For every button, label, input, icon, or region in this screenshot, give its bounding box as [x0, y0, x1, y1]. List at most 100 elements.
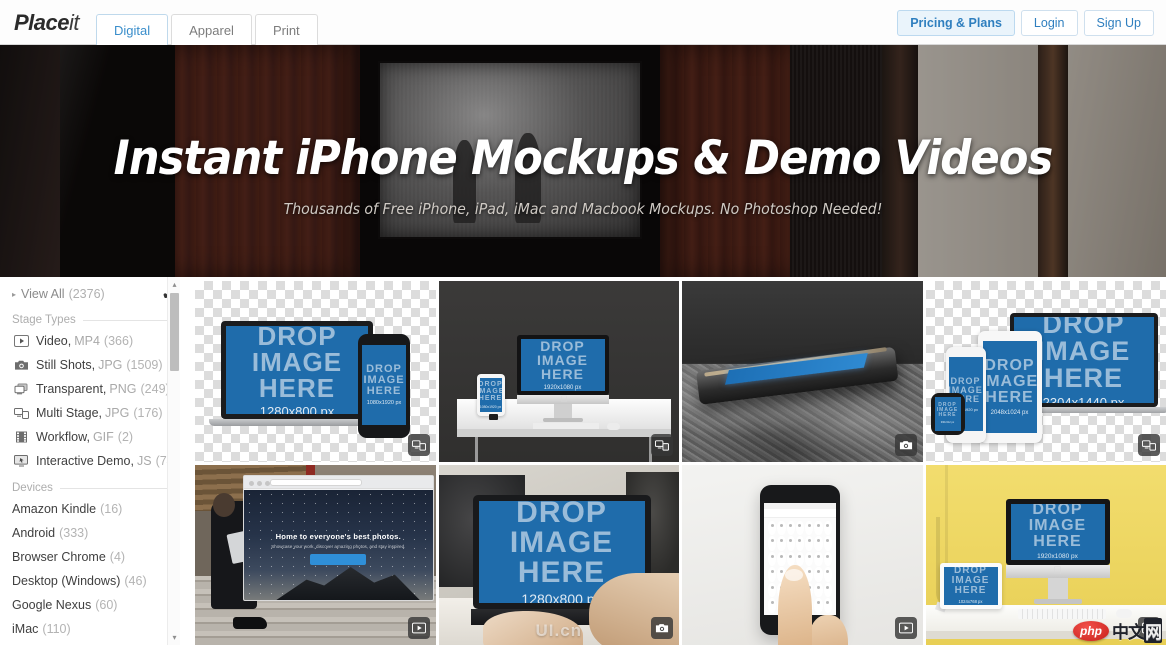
php-logo: php [1073, 620, 1109, 641]
screen-dimension: 2304x1440 px [1042, 395, 1125, 403]
sidebar-item-count: (366) [103, 334, 134, 348]
sidebar-item-imac[interactable]: iMac (110) [0, 617, 180, 641]
calendar-cell [786, 536, 795, 551]
drop-line-2: IMAGE [1028, 517, 1087, 535]
drop-line-2: IMAGE [1036, 336, 1131, 366]
browser-cta-button[interactable] [310, 553, 367, 565]
drop-image-screen: DROP IMAGE HERE 2048x1024 px [982, 341, 1037, 433]
screen-dimension: 390x312 px [940, 421, 955, 425]
sidebar-item-still-shots[interactable]: Still Shots, JPG (1509) [0, 353, 180, 377]
hero-banner: Instant iPhone Mockups & Demo Videos Tho… [0, 45, 1166, 277]
mockup-tile-finger-tapping-iphone-calendar[interactable] [682, 464, 923, 645]
tab-print[interactable]: Print [254, 14, 318, 45]
view-all-label: View All [21, 287, 65, 301]
sidebar-item-label: Video, [36, 334, 72, 348]
sidebar-item-browser-chrome[interactable]: Browser Chrome (4) [0, 545, 180, 569]
sidebar-item-label: Browser Chrome [12, 550, 106, 564]
apple-logo-icon:  [561, 394, 568, 404]
desk-leg [474, 437, 478, 462]
sign-up-button[interactable]: Sign Up [1083, 10, 1154, 36]
sidebar-item-android[interactable]: Android (333) [0, 521, 180, 545]
mockup-tile-multi-device-transparent[interactable]: DROP IMAGE HERE 2304x1440 px DROP IMAGE … [925, 281, 1166, 462]
pricing-and-plans-button[interactable]: Pricing & Plans [897, 10, 1015, 36]
sidebar-item-google-nexus[interactable]: Google Nexus (60) [0, 593, 180, 617]
sidebar-item-amazon-kindle[interactable]: Amazon Kindle (16) [0, 497, 180, 521]
browser-url-bar[interactable] [270, 478, 362, 486]
mockup-grid: DROP IMAGE HERE 1280x800 px DROP IMAGE H… [195, 281, 1166, 645]
calendar-cell [768, 551, 777, 566]
imac-stand-base [542, 418, 583, 422]
scroll-up-arrow-icon[interactable]: ▴ [168, 278, 180, 291]
screen-dimension: 1080x1920 px [479, 404, 502, 409]
mockup-tile-imac-desk-dark-wall[interactable]: DROP IMAGE HERE 1920x1080 px  DROP IMAG… [438, 281, 679, 462]
video-icon [14, 334, 29, 348]
calendar-cell [795, 551, 805, 566]
mockup-tile-iphone-on-concrete[interactable] [682, 281, 923, 462]
uicn-watermark: UI.cn [535, 621, 583, 640]
drop-line-1: DROP [516, 500, 607, 529]
tab-digital[interactable]: Digital [96, 14, 169, 45]
browser-subline: Showcase your work, discover amazing pho… [271, 543, 406, 549]
sidebar-item-label: Amazon Kindle [12, 502, 97, 516]
drop-line-3: HERE [985, 389, 1034, 406]
chevron-right-icon: ▸ [12, 289, 17, 299]
drop-line-1: DROP [540, 339, 585, 354]
multi-screen-icon [651, 433, 673, 456]
imac-chin:  [1005, 564, 1110, 578]
calendar-cell [786, 520, 795, 535]
sidebar-item-interactive-demo[interactable]: Interactive Demo, JS (74) [0, 449, 180, 473]
drop-line-2: IMAGE [509, 525, 614, 559]
apple-watch-frame: DROP IMAGE HERE 390x312 px [930, 393, 965, 435]
desk-edge [456, 429, 671, 437]
drop-line-2: IMAGE [479, 387, 502, 395]
sidebar-item-multi-stage[interactable]: Multi Stage, JPG (176) [0, 401, 180, 425]
sidebar-item-label: Desktop (Windows) [12, 574, 121, 588]
mockup-tile-macbook-iphone-transparent[interactable]: DROP IMAGE HERE 1280x800 px DROP IMAGE H… [195, 281, 436, 462]
drop-image-screen: DROP IMAGE HERE 1920x1080 px [520, 339, 605, 391]
placeit-logo[interactable]: Placeit [14, 10, 80, 36]
apple-logo-icon:  [1054, 565, 1062, 577]
keyboard [532, 423, 599, 429]
login-button[interactable]: Login [1020, 10, 1078, 36]
imac-stand-base [1033, 598, 1082, 604]
sidebar-item-view-all[interactable]: ▸ View All (2376) ✔ [0, 283, 180, 305]
drop-image-screen: DROP IMAGE HERE 1280x800 px [226, 326, 368, 414]
calendar-cell [805, 520, 814, 535]
drop-image-screen: DROP IMAGE HERE 1080x1920 px [362, 345, 406, 425]
fingernail [785, 568, 803, 581]
sidebar-item-count: (1509) [126, 358, 163, 372]
drop-line-3: HERE [366, 384, 402, 397]
scroll-down-arrow-icon[interactable]: ▾ [168, 631, 180, 644]
filter-sidebar: ▸ View All (2376) ✔ Stage Types Video, M… [0, 277, 180, 645]
sidebar-item-video[interactable]: Video, MP4 (366) [0, 329, 180, 353]
divider [82, 319, 170, 321]
browser-window-overlay: Home to everyone's best photos. Showcase… [243, 474, 434, 601]
browser-dot [257, 480, 262, 486]
person-head [213, 493, 235, 517]
calendar-cell [814, 582, 823, 597]
sidebar-scrollbar[interactable]: ▴ ▾ [167, 277, 180, 645]
category-tabs: Digital Apparel Print [96, 14, 321, 45]
drop-line-3: HERE [258, 372, 336, 403]
sidebar-item-ipad[interactable]: iPad (491) [0, 641, 180, 645]
calendar-cell [768, 536, 777, 551]
sidebar-item-count: (60) [95, 598, 118, 612]
sidebar-item-desktop-windows[interactable]: Desktop (Windows) (46) [0, 569, 180, 593]
calendar-header [764, 508, 836, 518]
calendar-cell [805, 551, 814, 566]
auth-buttons: Pricing & Plans Login Sign Up [891, 10, 1154, 36]
sidebar-item-format: JS [136, 454, 152, 468]
calendar-cell [823, 582, 832, 597]
sidebar-item-label: Still Shots, [36, 358, 96, 372]
php-cn-text: 中文网 [1112, 618, 1162, 643]
mockup-tile-imac-ipad-yellow-wall[interactable]: DROP IMAGE HERE 1920x1080 px  DROP IMAG… [925, 464, 1166, 645]
scrollbar-thumb[interactable] [170, 293, 179, 371]
mockup-tile-man-on-steps-with-macbook[interactable]: Home to everyone's best photos. Showcase… [195, 464, 436, 645]
screen-dimension: 2048x1024 px [990, 410, 1029, 416]
multi-screen-icon [1138, 433, 1160, 456]
mockup-tile-hands-typing-macbook[interactable]: DROP IMAGE HERE 1280x800 px UI.cn [438, 464, 679, 645]
tab-apparel[interactable]: Apparel [171, 14, 252, 45]
sidebar-group-devices: Devices [0, 473, 180, 497]
sidebar-item-workflow[interactable]: Workflow, GIF (2) [0, 425, 180, 449]
sidebar-item-transparent[interactable]: Transparent, PNG (249) [0, 377, 180, 401]
